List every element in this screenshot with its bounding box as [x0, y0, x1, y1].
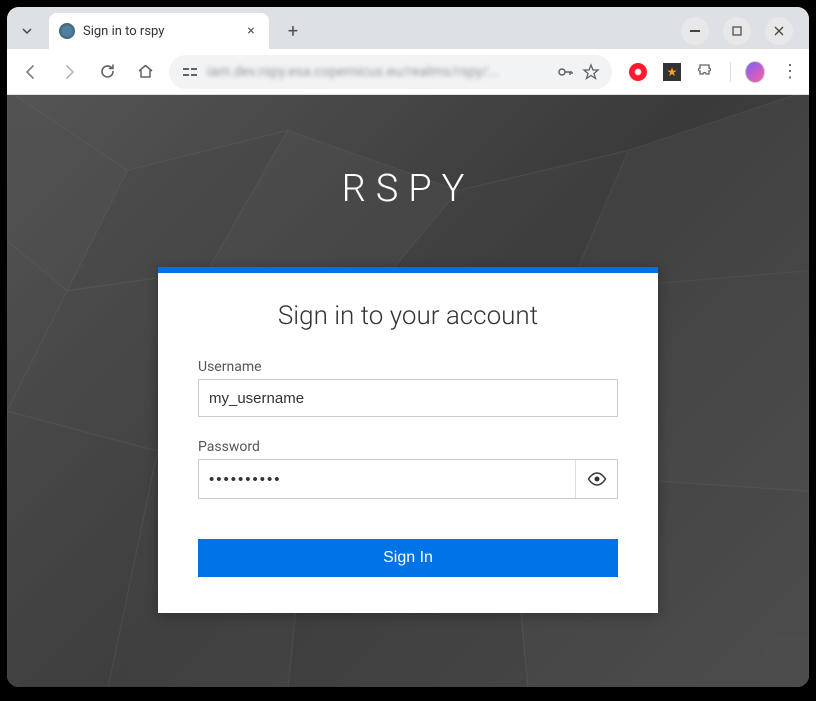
reload-button[interactable] [93, 58, 121, 86]
home-button[interactable] [131, 58, 159, 86]
home-icon [137, 63, 154, 80]
tabs-dropdown[interactable] [15, 19, 39, 43]
username-field-group: Username [198, 359, 618, 417]
page-content: RSPY Sign in to your account Username Pa… [7, 95, 809, 687]
key-icon[interactable] [556, 63, 574, 81]
toolbar: iam.dev.rspy.esa.copernicus.eu/realms/rs… [7, 49, 809, 95]
username-input[interactable] [198, 379, 618, 417]
arrow-right-icon [60, 63, 78, 81]
back-button[interactable] [17, 58, 45, 86]
minimize-icon [690, 30, 700, 32]
tab-bar: Sign in to rspy × + [7, 7, 809, 49]
maximize-icon [732, 26, 742, 36]
maximize-button[interactable] [723, 17, 751, 45]
minimize-button[interactable] [681, 17, 709, 45]
extensions-area: ★ ⋮ [622, 62, 799, 82]
chevron-down-icon [21, 25, 33, 37]
window-controls [681, 17, 801, 45]
username-label: Username [198, 359, 618, 375]
tab-title: Sign in to rspy [83, 24, 235, 39]
site-settings-icon[interactable] [181, 63, 199, 81]
signin-button[interactable]: Sign In [198, 539, 618, 577]
card-title: Sign in to your account [198, 301, 618, 331]
password-wrapper [198, 459, 618, 499]
arrow-left-icon [22, 63, 40, 81]
close-tab-button[interactable]: × [243, 23, 259, 39]
reload-icon [99, 63, 116, 80]
browser-window: Sign in to rspy × + [7, 7, 809, 687]
menu-button[interactable]: ⋮ [779, 62, 799, 82]
browser-tab[interactable]: Sign in to rspy × [49, 13, 269, 49]
forward-button[interactable] [55, 58, 83, 86]
extensions-button[interactable] [696, 62, 716, 82]
password-label: Password [198, 439, 618, 455]
url-text: iam.dev.rspy.esa.copernicus.eu/realms/rs… [207, 64, 548, 80]
close-icon [774, 26, 784, 36]
toggle-password-button[interactable] [575, 460, 617, 498]
profile-avatar[interactable] [745, 62, 765, 82]
favicon-icon [59, 23, 75, 39]
password-field-group: Password [198, 439, 618, 499]
divider [730, 62, 731, 82]
address-bar[interactable]: iam.dev.rspy.esa.copernicus.eu/realms/rs… [169, 55, 612, 89]
brand-heading: RSPY [7, 167, 809, 211]
bookmark-icon[interactable] [582, 63, 600, 81]
close-window-button[interactable] [765, 17, 793, 45]
login-card: Sign in to your account Username Passwor… [158, 267, 658, 613]
opera-extension-icon[interactable] [628, 62, 648, 82]
new-tab-button[interactable]: + [279, 17, 307, 45]
bookmark-extension-icon[interactable]: ★ [662, 62, 682, 82]
password-input[interactable] [199, 460, 575, 498]
eye-icon [587, 472, 607, 486]
